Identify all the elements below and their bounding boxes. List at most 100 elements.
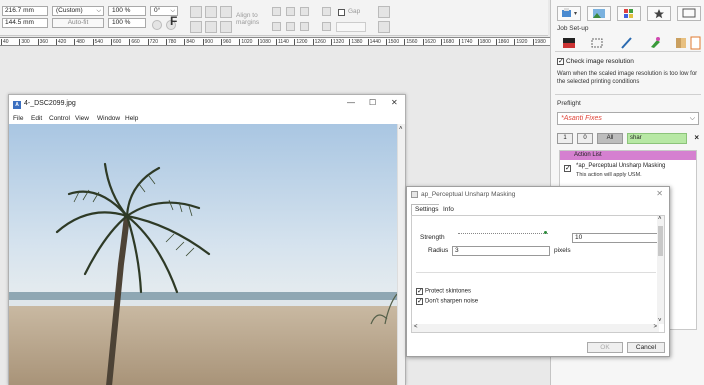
align-left-icon[interactable] <box>190 6 202 18</box>
space-icon[interactable] <box>322 22 331 31</box>
divider <box>416 272 656 273</box>
scroll-up-icon[interactable]: ˄ <box>399 126 403 132</box>
pen-icon[interactable] <box>619 36 635 50</box>
ruler-tick-label: 600 <box>111 39 122 45</box>
rotate-icon[interactable] <box>152 20 162 30</box>
distribute-icon[interactable] <box>272 22 281 31</box>
preset-dropdown[interactable]: (Custom) ⌵ <box>52 6 104 16</box>
filter-search-input[interactable]: shar <box>627 133 687 144</box>
align-top-icon[interactable] <box>190 21 202 33</box>
horizontal-ruler: 40 300 360 420 480 540 600 660 720 780 840 900 960 10… <box>0 37 550 46</box>
strength-slider[interactable] <box>458 233 548 234</box>
close-button[interactable]: ✕ <box>391 98 398 107</box>
strength-label: Strength <box>420 234 445 241</box>
ruler-tick-label: 1020 <box>239 39 253 45</box>
preset-value: (Custom) <box>56 7 83 14</box>
radius-input[interactable]: 3 <box>452 246 550 256</box>
grid-icon[interactable] <box>378 21 390 33</box>
check-resolution-row[interactable]: Check image resolution <box>557 57 634 65</box>
strength-slider-thumb[interactable] <box>543 231 547 234</box>
dialog-horizontal-scrollbar[interactable]: < > <box>412 324 659 332</box>
dialog-vertical-scrollbar[interactable]: ˄ ˅ <box>657 216 664 324</box>
zoom-y-field[interactable]: 100 % <box>108 18 146 28</box>
zoom-x-field[interactable]: 100 % <box>108 6 146 16</box>
filter-0-button[interactable]: 0 <box>577 133 593 144</box>
protect-skintones-row[interactable]: Protect skintones <box>416 287 471 295</box>
ok-button[interactable]: OK <box>587 342 623 353</box>
menu-edit[interactable]: Edit <box>31 115 42 122</box>
distribute-icon[interactable] <box>272 7 281 16</box>
divider <box>555 94 701 95</box>
menu-view[interactable]: View <box>75 115 89 122</box>
star-icon[interactable] <box>647 6 671 21</box>
protect-skintones-label: Protect skintones <box>424 288 471 295</box>
image-window-menubar: File Edit Control View Window Help <box>9 113 405 124</box>
monitor-icon[interactable] <box>677 6 701 21</box>
strength-input[interactable]: 10 <box>572 233 658 243</box>
scroll-up-icon[interactable]: ˄ <box>658 216 662 222</box>
distribute-icon[interactable] <box>300 22 309 31</box>
ruler-tick-label: 540 <box>92 39 103 45</box>
align-right-icon[interactable] <box>220 6 232 18</box>
brush-icon[interactable] <box>647 36 663 50</box>
action-item-checkbox[interactable] <box>564 164 571 172</box>
auto-fit-button[interactable]: Auto-fit <box>52 18 104 28</box>
align-bottom-icon[interactable] <box>220 21 232 33</box>
action-list-item[interactable]: *ap_Perceptual Unsharp Masking This acti… <box>562 163 696 183</box>
ruler-tick-label: 1440 <box>367 39 381 45</box>
align-to-margins-label[interactable]: Align to margins <box>236 12 259 26</box>
maximize-button[interactable]: ☐ <box>369 98 376 107</box>
menu-file[interactable]: File <box>13 115 23 122</box>
ruler-tick-label: 1860 <box>496 39 510 45</box>
distribute-icon[interactable] <box>286 22 295 31</box>
filter-all-button[interactable]: All <box>597 133 623 144</box>
gap-field[interactable] <box>336 22 366 32</box>
image-window-titlebar[interactable]: A 4-_DSC2099.jpg — ☐ ✕ <box>9 95 405 113</box>
flag-icon[interactable] <box>561 36 577 50</box>
gap-checkbox[interactable] <box>338 9 345 16</box>
preflight-dropdown[interactable]: *Asanti Fixes ⌵ <box>557 112 699 125</box>
clear-search-icon[interactable]: × <box>694 133 699 142</box>
zoom-x-value: 100 % <box>112 7 131 14</box>
distribute-icon[interactable] <box>300 7 309 16</box>
image-window-vertical-scrollbar[interactable]: ˄ <box>397 124 405 385</box>
filter-1-button[interactable]: 1 <box>557 133 573 144</box>
grid-icon[interactable] <box>378 6 390 18</box>
dont-sharpen-noise-row[interactable]: Don't sharpen noise <box>416 297 478 305</box>
preflight-label: Preflight <box>557 100 581 107</box>
scroll-right-icon[interactable]: > <box>653 324 657 330</box>
crop-icon[interactable] <box>589 36 605 50</box>
menu-help[interactable]: Help <box>125 115 138 122</box>
align-center-icon[interactable] <box>205 6 217 18</box>
protect-skintones-checkbox[interactable] <box>416 287 423 295</box>
dialog-close-button[interactable]: ✕ <box>656 189 663 198</box>
width-field[interactable]: 216.7 mm <box>2 6 48 16</box>
radius-unit: pixels <box>554 247 571 254</box>
ruler-tick-label: 1740 <box>459 39 473 45</box>
cancel-button[interactable]: Cancel <box>627 342 665 353</box>
align-middle-icon[interactable] <box>205 21 217 33</box>
photo-canvas[interactable] <box>9 124 397 385</box>
menu-control[interactable]: Control <box>49 115 70 122</box>
image-icon[interactable] <box>587 6 611 21</box>
palette-icon[interactable] <box>617 6 641 21</box>
image-window-title: 4-_DSC2099.jpg <box>24 100 76 107</box>
page-icon[interactable] <box>687 36 703 50</box>
ruler-tick-label: 1560 <box>404 39 418 45</box>
check-resolution-label: Check image resolution <box>565 58 634 65</box>
tab-info[interactable]: Info <box>439 204 458 215</box>
height-field[interactable]: 144.5 mm <box>2 18 48 28</box>
unsharp-mask-dialog: ap_Perceptual Unsharp Masking ✕ Settings… <box>406 186 670 357</box>
dont-sharpen-noise-checkbox[interactable] <box>416 297 423 305</box>
dialog-titlebar[interactable]: ap_Perceptual Unsharp Masking ✕ <box>407 187 669 201</box>
minimize-button[interactable]: — <box>347 98 355 107</box>
check-resolution-checkbox[interactable] <box>557 57 564 65</box>
scrollbar-thumb[interactable] <box>658 226 663 256</box>
tab-settings[interactable]: Settings <box>411 204 443 215</box>
scroll-left-icon[interactable]: < <box>414 324 418 330</box>
distribute-icon[interactable] <box>286 7 295 16</box>
printer-icon[interactable] <box>557 6 581 21</box>
menu-window[interactable]: Window <box>97 115 120 122</box>
ruler-tick-label: 1500 <box>386 39 400 45</box>
space-icon[interactable] <box>322 7 331 16</box>
